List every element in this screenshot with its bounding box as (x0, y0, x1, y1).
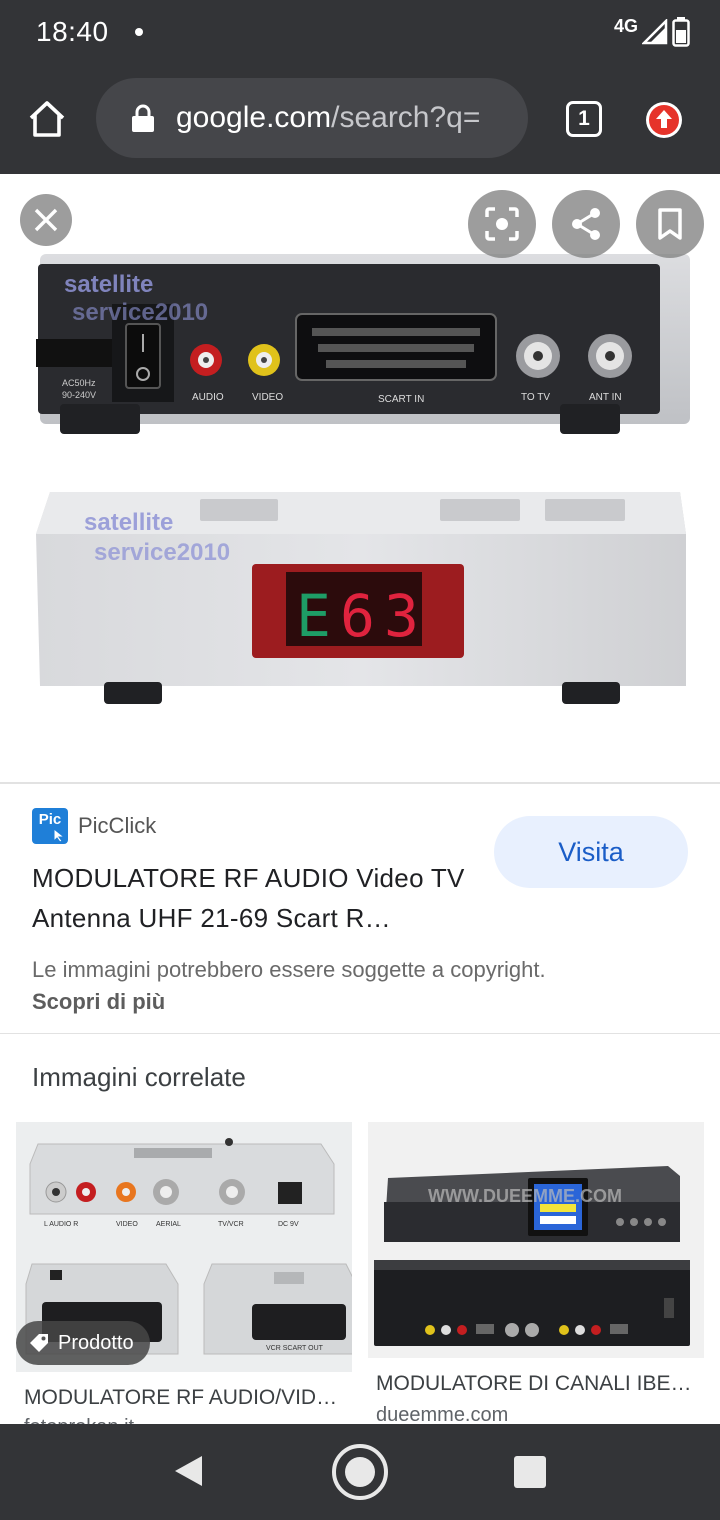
display-digit-2: 6 (340, 582, 375, 650)
result-title[interactable]: MODULATORE RF AUDIO Video TV Antenna UHF… (32, 858, 472, 938)
display-digit-1: E (296, 582, 331, 650)
rear-label-voltage: 90-240V (62, 390, 96, 400)
system-nav-bar (0, 1424, 720, 1520)
signal-icon (642, 19, 668, 45)
related-heading: Immagini correlate (32, 1062, 246, 1092)
url-path: /search?q= (331, 101, 481, 134)
update-button[interactable] (646, 102, 682, 138)
related-photo-2: WWW.DUEEMME.COM (368, 1122, 704, 1358)
visit-button[interactable]: Visita (494, 816, 688, 888)
label-aerial: AERIAL (156, 1221, 181, 1228)
display-digit-3: 3 (384, 582, 419, 650)
copyright-notice: Le immagini potrebbero essere soggette a… (32, 954, 552, 1018)
copyright-text: Le immagini potrebbero essere soggette a… (32, 957, 546, 982)
home-icon[interactable] (26, 98, 68, 140)
close-icon (34, 208, 58, 232)
rear-label-power: AC50Hz (62, 378, 96, 388)
divider (0, 782, 720, 784)
badge-label: Prodotto (58, 1331, 134, 1354)
lens-icon (485, 207, 519, 241)
back-icon[interactable] (172, 1454, 204, 1488)
image-viewer: AC50Hz 90-240V AUDIO VIDEO SCART IN TO T… (0, 174, 720, 782)
tag-icon (30, 1334, 48, 1352)
recents-icon[interactable] (514, 1456, 546, 1488)
rear-label-to-tv: TO TV (521, 392, 550, 403)
lens-search-button[interactable] (468, 190, 536, 258)
label-scart-out: VCR SCART OUT (266, 1345, 324, 1352)
cursor-icon (53, 828, 66, 843)
source-row[interactable]: Pic PicClick (32, 808, 156, 844)
watermark-dueemme: WWW.DUEEMME.COM (428, 1186, 622, 1206)
related-card-2[interactable]: WWW.DUEEMME.COM (368, 1122, 704, 1358)
watermark-line1-top: satellite (64, 271, 153, 298)
label-audio: L AUDIO R (44, 1221, 78, 1228)
related-image-2[interactable]: WWW.DUEEMME.COM (368, 1122, 704, 1358)
share-icon (572, 208, 600, 240)
share-button[interactable] (552, 190, 620, 258)
related-title-2[interactable]: MODULATORE DI CANALI IBE… (376, 1372, 692, 1396)
label-tvvcr: TV/VCR (218, 1221, 244, 1228)
status-bar: 18:40 4G (0, 0, 720, 64)
label-video: VIDEO (116, 1221, 138, 1228)
product-photo[interactable]: AC50Hz 90-240V AUDIO VIDEO SCART IN TO T… (0, 174, 720, 782)
watermark-line1-front: satellite (84, 509, 173, 536)
lock-icon (132, 104, 154, 132)
rear-label-scart: SCART IN (378, 394, 424, 405)
save-button[interactable] (636, 190, 704, 258)
source-name: PicClick (78, 813, 157, 838)
url-host: google.com (176, 101, 332, 134)
home-nav-icon (345, 1457, 375, 1487)
watermark-line2-top: service2010 (72, 299, 208, 326)
favicon-text: Pic (38, 811, 62, 828)
update-arrow-icon (649, 105, 679, 135)
label-dc: DC 9V (278, 1221, 299, 1228)
rear-label-audio: AUDIO (192, 392, 224, 403)
rear-label-ant-in: ANT IN (589, 392, 622, 403)
browser-toolbar: google.com/search?q= 1 (0, 64, 720, 174)
close-button[interactable] (20, 194, 72, 246)
battery-icon (672, 17, 690, 47)
tab-switcher-button[interactable]: 1 (566, 101, 602, 137)
url-text: google.com/search?q= (176, 101, 506, 135)
related-title-1[interactable]: MODULATORE RF AUDIO/VID… (24, 1386, 340, 1410)
watermark-line2-front: service2010 (94, 539, 230, 566)
picclick-favicon: Pic (32, 808, 68, 844)
notification-dot-icon (135, 28, 143, 36)
rear-label-video: VIDEO (252, 392, 283, 403)
status-time: 18:40 (36, 16, 109, 47)
learn-more-link[interactable]: Scopri di più (32, 989, 165, 1014)
product-badge: Prodotto (16, 1321, 150, 1365)
network-type-label: 4G (613, 15, 638, 36)
address-bar[interactable]: google.com/search?q= (96, 78, 528, 158)
home-nav-button[interactable] (332, 1444, 388, 1500)
bookmark-icon (658, 208, 682, 240)
divider (0, 1033, 720, 1034)
status-icons: 4G (614, 14, 690, 50)
